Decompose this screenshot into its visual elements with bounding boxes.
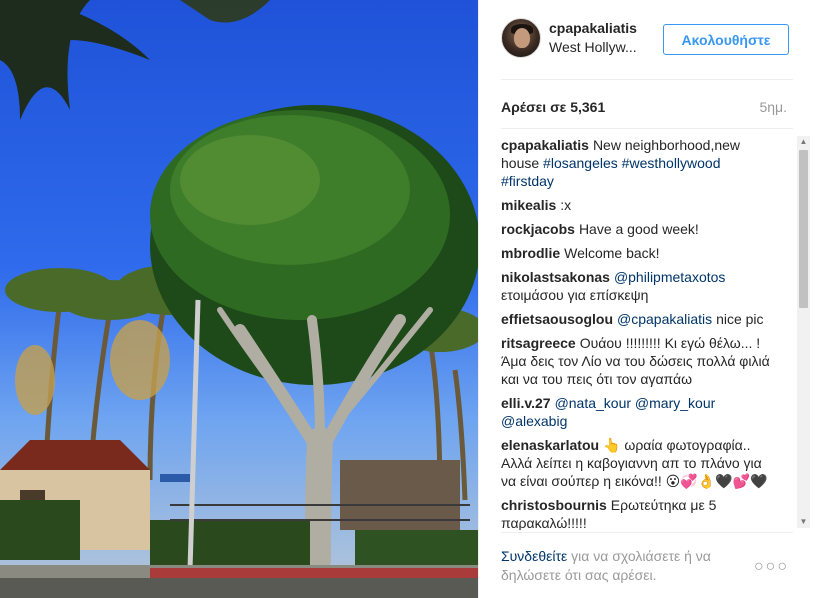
comment-item: christosbournis Ερωτεύτηκα με 5 παρακαλώ!… [501, 496, 771, 530]
comment-item: cpapakaliatis New neighborhood,new house … [501, 136, 771, 190]
comment-text: ετοιμάσου για επίσκεψη [501, 287, 649, 303]
comment-item: effietsaousoglou @cpapakaliatis nice pic [501, 310, 771, 328]
comment-user[interactable]: elenaskarlatou [501, 437, 599, 453]
comment-user[interactable]: nikolastsakonas [501, 269, 610, 285]
post-photo[interactable] [0, 0, 478, 598]
comments-scrollbar[interactable]: ▲ ▼ [797, 136, 810, 528]
comment-user[interactable]: effietsaousoglou [501, 311, 613, 327]
location-link[interactable]: West Hollyw... [549, 39, 637, 55]
comment-text: :x [560, 197, 572, 213]
comment-user[interactable]: rockjacobs [501, 221, 575, 237]
mention-link[interactable]: @philipmetaxotos [614, 269, 726, 285]
comments-list: cpapakaliatis New neighborhood,new house … [501, 136, 771, 530]
username[interactable]: cpapakaliatis [549, 20, 637, 36]
divider [501, 532, 793, 533]
comment-item: elli.v.27 @nata_kour @mary_kour @alexabig [501, 394, 771, 430]
hashtag-link[interactable]: #firstday [501, 173, 554, 189]
comment-user[interactable]: cpapakaliatis [501, 137, 589, 153]
comment-item: nikolastsakonas @philipmetaxotos ετοιμάσο… [501, 268, 771, 304]
post-time[interactable]: 5ημ. [759, 99, 787, 115]
scrollbar-thumb[interactable] [799, 150, 808, 308]
hashtag-link[interactable]: #westhollywood [622, 155, 721, 171]
comment-item: mikealis:x [501, 196, 771, 214]
comment-item: elenaskarlatou 👆 ωραία φωτογραφία.. Αλλά … [501, 436, 771, 490]
login-link[interactable]: Συνδεθείτε [501, 548, 567, 564]
mention-link[interactable]: @cpapakaliatis [617, 311, 712, 327]
post-sidebar: cpapakaliatis West Hollyw... Ακολουθήστε… [478, 0, 815, 598]
comment-item: rockjacobs Have a good week! [501, 220, 771, 238]
comment-user[interactable]: christosbournis [501, 497, 607, 513]
more-options-icon[interactable]: ○○○ [754, 558, 789, 576]
comment-text: Welcome back! [564, 245, 660, 261]
hashtag-link[interactable]: #losangeles [543, 155, 618, 171]
post-header: cpapakaliatis West Hollyw... Ακολουθήστε [501, 18, 793, 64]
comment-user[interactable]: mbrodlie [501, 245, 560, 261]
scroll-down-icon[interactable]: ▼ [797, 516, 810, 528]
comment-item: mbrodlie Welcome back! [501, 244, 771, 262]
comment-text: nice pic [716, 311, 764, 327]
comment-user[interactable]: ritsagreece [501, 335, 576, 351]
comment-text: Have a good week! [578, 221, 699, 237]
login-prompt: Συνδεθείτε για να σχολιάσετε ή να δηλώσε… [501, 547, 751, 585]
photo-illustration [0, 0, 478, 598]
comment-item: ritsagreece Ουάου !!!!!!!!! Κι εγώ θέλω..… [501, 334, 771, 388]
likes-count[interactable]: Αρέσει σε 5,361 [501, 99, 605, 115]
follow-button[interactable]: Ακολουθήστε [663, 24, 789, 55]
scroll-up-icon[interactable]: ▲ [797, 136, 810, 148]
avatar[interactable] [501, 18, 541, 58]
divider [501, 79, 793, 80]
divider [501, 128, 793, 129]
comment-user[interactable]: mikealis [501, 197, 556, 213]
comment-user[interactable]: elli.v.27 [501, 395, 551, 411]
